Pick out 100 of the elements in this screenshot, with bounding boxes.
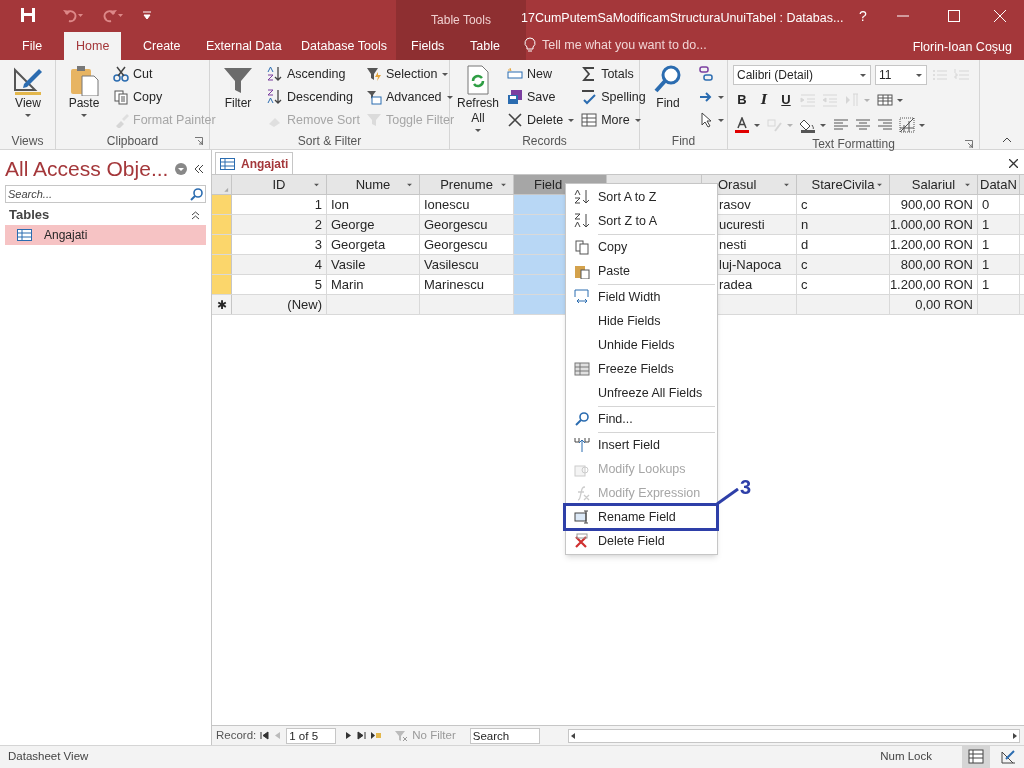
ribbon-button[interactable]: Totals [581, 63, 646, 85]
table-cell-text: 1 [982, 255, 990, 274]
menu-item[interactable]: Copy [566, 235, 717, 259]
section-header[interactable]: Tables [9, 205, 50, 225]
format-button[interactable]: B [733, 90, 751, 110]
menu-item[interactable]: Freeze Fields [566, 357, 717, 381]
ribbon-button[interactable]: Advanced [365, 86, 455, 108]
tell-me-field[interactable]: Tell me what you want to do... [542, 36, 707, 55]
sort-dropdown-icon[interactable] [964, 183, 971, 187]
ribbon-button[interactable]: Copy [113, 86, 216, 108]
help-button[interactable]: ? [855, 6, 871, 27]
align-center-icon [855, 117, 871, 133]
table-cell-text: Georgescu [424, 215, 488, 234]
menu-item[interactable]: Rename Field [566, 505, 717, 529]
menu-item[interactable]: Unfreeze All Fields [566, 381, 717, 405]
menu-tab[interactable]: Fields [399, 32, 457, 60]
document-tab[interactable]: Angajati [215, 152, 294, 174]
funnel-x-icon[interactable] [394, 729, 409, 742]
floppy-disk-icon [507, 89, 523, 105]
undo-icon[interactable] [62, 7, 84, 23]
datasheet-view-icon[interactable] [962, 746, 990, 768]
ribbon-button[interactable]: Save [507, 86, 576, 108]
spell-check-icon [581, 89, 598, 105]
close-icon[interactable] [1009, 159, 1018, 168]
ribbon-button[interactable]: New [507, 63, 576, 85]
dropdown-caret-icon [819, 122, 827, 128]
ribbon-button[interactable]: Selection [365, 63, 455, 85]
table-cell-text: 5 [314, 275, 322, 294]
new-record-icon[interactable] [370, 731, 383, 740]
sort-dropdown-icon[interactable] [313, 183, 320, 187]
paste-icon [574, 263, 590, 279]
collapse-pane-icon[interactable] [194, 164, 204, 174]
menu-item[interactable]: Insert Field [566, 433, 717, 457]
ribbon-button[interactable]: Delete [507, 109, 576, 131]
contextual-group-label: Table Tools [431, 12, 491, 27]
redo-icon[interactable] [102, 7, 124, 23]
horizontal-scrollbar[interactable] [567, 728, 1020, 743]
table-cell-text: 1.200,00 RON [889, 235, 973, 254]
table-cell-text: 1 [982, 215, 990, 234]
column-header[interactable]: StareCivila [797, 175, 890, 194]
table-cell-text: 1 [314, 195, 322, 214]
ribbon-button[interactable]: Refresh All [455, 63, 501, 133]
ribbon-button[interactable]: Find [645, 63, 691, 111]
ribbon-button[interactable]: Ascending [267, 63, 360, 85]
ribbon-button[interactable]: Descending [267, 86, 360, 108]
menu-item[interactable]: Paste [566, 259, 717, 283]
align-left-icon [833, 117, 849, 133]
ribbon-button[interactable]: View [5, 63, 51, 118]
font-combo-box[interactable]: 11 [875, 65, 927, 85]
menu-item[interactable]: Sort Z to A [566, 209, 717, 233]
dropdown-caret-icon [567, 117, 576, 123]
table-cell-text: rasov [719, 195, 751, 214]
design-view-icon[interactable] [1000, 749, 1016, 765]
font-combo-box[interactable]: Calibri (Detail) [733, 65, 871, 85]
maximize-icon[interactable] [948, 10, 960, 22]
menu-item[interactable]: Find... [566, 407, 717, 431]
next-record-icon[interactable] [344, 731, 354, 740]
menu-tab[interactable]: Create [131, 32, 193, 60]
collapse-chevron-icon[interactable] [191, 210, 200, 220]
dropdown-caret-icon [717, 94, 725, 100]
navigation-item[interactable]: Angajati [5, 225, 206, 245]
search-field[interactable]: Search [469, 727, 540, 744]
sort-dropdown-icon[interactable] [406, 183, 413, 187]
menu-tab[interactable]: File [10, 32, 55, 60]
column-header[interactable]: ID [232, 175, 327, 194]
ribbon-button[interactable]: More [581, 109, 646, 131]
column-header[interactable]: Salariul [890, 175, 978, 194]
menu-tab[interactable]: Home [64, 32, 122, 60]
last-record-icon[interactable] [357, 731, 367, 740]
column-header[interactable]: Nume [327, 175, 420, 194]
sort-dropdown-icon[interactable] [500, 183, 507, 187]
collapse-ribbon-icon[interactable] [1002, 137, 1012, 143]
table-icon [220, 157, 235, 170]
icon-button[interactable] [733, 114, 762, 136]
dialog-launcher-icon[interactable] [965, 140, 973, 148]
record-number-field[interactable]: 1 of 5 [286, 727, 337, 744]
ribbon-button[interactable]: Spelling [581, 86, 646, 108]
menu-item[interactable]: Hide Fields [566, 309, 717, 333]
dropdown-caret-icon [80, 113, 88, 118]
table-cell-text: 1.000,00 RON [889, 215, 973, 234]
ribbon-button[interactable]: Filter [215, 63, 261, 111]
menu-item[interactable]: Field Width [566, 285, 717, 309]
menu-item[interactable]: Delete Field [566, 529, 717, 553]
icon-button[interactable] [898, 114, 927, 136]
menu-tab[interactable]: Table [458, 32, 512, 60]
ribbon-button[interactable]: Paste [61, 63, 107, 118]
sort-dropdown-icon[interactable] [783, 183, 790, 187]
ribbon-button[interactable]: Cut [113, 63, 216, 85]
table-cell-text: c [801, 255, 808, 274]
dialog-launcher-icon[interactable] [195, 137, 203, 145]
menu-item[interactable]: Unhide Fields [566, 333, 717, 357]
first-record-icon[interactable] [260, 731, 270, 740]
format-button[interactable]: I [755, 90, 773, 110]
customize-toolbar-icon[interactable] [142, 10, 152, 20]
format-button[interactable]: U [777, 90, 795, 110]
column-header[interactable]: DataN [978, 175, 1020, 194]
dropdown-circle-icon[interactable] [174, 162, 188, 176]
search-field[interactable]: Search... [5, 185, 206, 203]
sort-dropdown-icon[interactable] [876, 183, 883, 187]
insert-column-icon [574, 437, 590, 453]
